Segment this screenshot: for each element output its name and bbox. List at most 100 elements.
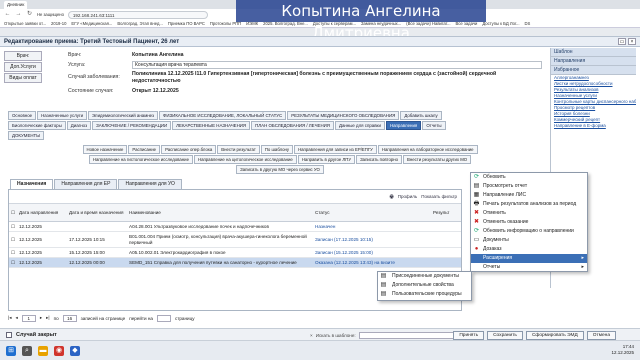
tab-reference-data[interactable]: Данные для справки	[334, 121, 385, 130]
back-icon[interactable]: ←	[4, 11, 11, 18]
tab-drug-prescriptions[interactable]: ЛЕКАРСТВЕННЫЕ НАЗНАЧЕНИЯ	[172, 121, 251, 130]
col-order-datetime[interactable]: Дата и время назначения	[67, 210, 127, 215]
cytology-referral-button[interactable]: Направление на цитологическое исследован…	[193, 155, 297, 164]
clock[interactable]: 17:44 12.12.2025	[611, 344, 634, 356]
first-page-icon[interactable]: |◂	[8, 315, 12, 321]
new-order-button[interactable]: Новое назначение	[82, 145, 128, 154]
bookmark[interactable]: DS	[525, 21, 531, 26]
cell-status[interactable]: Оказана (12.12.2025 13:43) на визите	[313, 260, 433, 265]
cell-status[interactable]: Назначен	[313, 224, 433, 229]
menu-print-results[interactable]: 🖶 Печать результатов анализов за период	[471, 200, 587, 209]
cell-status[interactable]: Записан (15.12.2025 15:00)	[313, 250, 433, 255]
or-schedule-button[interactable]: Расписание опер.блока	[161, 145, 217, 154]
bookmark[interactable]: Волгоград. Этап внед...	[117, 21, 163, 26]
book-other-mo-button[interactable]: Записать в другую МО через сервис УО	[236, 165, 324, 174]
by-template-button[interactable]: По шаблону	[260, 145, 294, 154]
rebook-button[interactable]: Записать повторно	[356, 155, 403, 164]
tab-documents[interactable]: ДОКУМЕНТЫ	[8, 131, 45, 140]
row-checkbox[interactable]: ☐	[9, 224, 17, 230]
service-field[interactable]: Консультация врача терапевта	[132, 61, 542, 69]
menu-user-procedures[interactable]: ▤ Пользовательские процедуры	[378, 290, 471, 299]
tab-reports[interactable]: Отчеты	[422, 121, 446, 130]
tab-assigned-services[interactable]: Назначенные услуги	[37, 111, 88, 120]
start-icon[interactable]: ⊞	[6, 345, 16, 356]
subtab-orders[interactable]: Назначения	[10, 179, 54, 189]
browser-icon[interactable]: ◉	[54, 345, 64, 356]
case-closed-checkbox[interactable]	[6, 332, 12, 338]
print-icon[interactable]: 🖶	[390, 193, 394, 201]
menu-cancel[interactable]: ✖ Отменить	[471, 209, 587, 218]
col-name[interactable]: Наименование	[127, 210, 313, 215]
sidebar-section-template[interactable]: Шаблон	[551, 48, 636, 57]
tab-bio-factors[interactable]: Биологические факторы	[8, 121, 66, 130]
table-row[interactable]: ☐ 12.12.2025 A04.28.001 Ультразвуковое и…	[9, 222, 461, 232]
save-button[interactable]: Сохранить	[487, 331, 523, 340]
security-label[interactable]: Не защищено	[37, 12, 64, 17]
next-page-icon[interactable]: ▸	[40, 315, 42, 321]
left-tab-payment-types[interactable]: Виды оплат	[4, 73, 42, 83]
tab-conclusion[interactable]: ЗАКЛЮЧЕНИЕ / РЕКОМЕНДАЦИИ	[92, 121, 172, 130]
folder-icon[interactable]: ▬	[38, 345, 48, 356]
left-tab-extra-services[interactable]: Доп.Услуги	[4, 62, 42, 72]
forward-icon[interactable]: →	[15, 11, 22, 18]
menu-cancel-rendering[interactable]: ✖ Отменить оказание	[471, 218, 587, 227]
search-icon[interactable]: ⌕	[22, 345, 32, 356]
histology-referral-button[interactable]: Направление на гистологическое исследова…	[88, 155, 193, 164]
prev-page-icon[interactable]: ◂	[16, 315, 18, 321]
sidebar-section-referrals[interactable]: Направления	[551, 57, 636, 66]
goto-page-field[interactable]	[156, 314, 171, 322]
per-page-select[interactable]: 16	[62, 314, 77, 322]
col-referral-date[interactable]: Дата направления	[17, 210, 67, 215]
tab-referrals[interactable]: Направления	[385, 121, 422, 130]
tab-exam-results[interactable]: РЕЗУЛЬТАТЫ МЕДИЦИНСКОГО ОБСЛЕДОВАНИЯ	[287, 111, 400, 120]
menu-reorder[interactable]: ● Дозаказ	[471, 245, 587, 254]
tab-epid-anamnesis[interactable]: Эпидемиологический анамнез	[88, 111, 159, 120]
refer-other-lpu-button[interactable]: Направить в другое ЛПУ	[297, 155, 356, 164]
tab-add-scale[interactable]: Добавить шкалу	[400, 111, 442, 120]
last-page-icon[interactable]: ▸|	[46, 315, 50, 321]
schedule-button[interactable]: Расписание	[128, 145, 161, 154]
er-epgu-referrals-button[interactable]: Направления для записи из ЕР/ЕПГУ	[294, 145, 377, 154]
table-row[interactable]: ☐ 12.12.2025 17.12.2025 10:15 B01.001.00…	[9, 232, 461, 248]
tab-plan[interactable]: ПЛАН ОБСЛЕДОВАНИЯ / ЛЕЧЕНИЯ	[251, 121, 334, 130]
select-all-checkbox[interactable]: ☐	[9, 210, 17, 216]
generate-emd-button[interactable]: Сформировать ЭМД	[525, 331, 584, 340]
reload-icon[interactable]: ↻	[26, 11, 33, 18]
show-filter-button[interactable]: Показать фильтр	[421, 194, 457, 199]
accept-button[interactable]: Принять	[453, 331, 485, 340]
bookmark[interactable]: 2019-10	[51, 21, 66, 26]
tab-main[interactable]: Основное	[8, 111, 37, 120]
bookmark[interactable]: ЕГУ «Медицинская...	[71, 21, 112, 26]
menu-documents[interactable]: ▭ Документы	[471, 236, 587, 245]
col-result[interactable]: Результ	[433, 210, 461, 215]
menu-reports[interactable]: Отчеты ▸	[471, 263, 587, 272]
table-row-selected[interactable]: ☐ 12.12.2025 12.12.2025 00:00 SEMD_151 С…	[9, 258, 461, 268]
app-icon[interactable]: ◆	[70, 345, 80, 356]
subtab-er-referrals[interactable]: Направления для ЕР	[54, 179, 118, 189]
restore-icon[interactable]: ▭	[618, 38, 626, 45]
left-tab-doctor[interactable]: Врач:	[4, 51, 42, 61]
other-mo-results-button[interactable]: Внести результаты других МО	[403, 155, 472, 164]
cancel-button[interactable]: Отмена	[586, 331, 616, 340]
tab-physical-exam[interactable]: ФИЗИКАЛЬНОЕ ИССЛЕДОВАНИЕ, ЛОКАЛЬНЫЙ СТАТ…	[159, 111, 287, 120]
menu-extensions[interactable]: Расширения ▸	[471, 254, 587, 263]
col-status[interactable]: Статус	[313, 210, 433, 215]
menu-update-referral-info[interactable]: ⟳ Обновить информацию о направлении	[471, 227, 587, 236]
browser-tab[interactable]: Дневник	[4, 0, 28, 9]
bookmark[interactable]: Доступы к БД Лог...	[482, 21, 519, 26]
menu-extra-properties[interactable]: ▤ Дополнительные свойства	[378, 281, 471, 290]
template-search-input[interactable]	[358, 332, 459, 339]
lab-referral-button[interactable]: Направления на лабораторное исследование	[377, 145, 478, 154]
profile-button[interactable]: Профиль	[398, 194, 417, 199]
menu-lis-referral[interactable]: ▦ Направление ЛИС	[471, 191, 587, 200]
page-number-field[interactable]: 1	[21, 314, 36, 322]
url-field[interactable]: 192.168.241.63:1111	[67, 10, 208, 19]
row-checkbox[interactable]: ☐	[9, 260, 17, 266]
enter-result-button[interactable]: Внести результат	[217, 145, 260, 154]
row-checkbox[interactable]: ☐	[9, 237, 17, 243]
menu-refresh[interactable]: ⟳ Обновить	[471, 173, 587, 182]
close-search-icon[interactable]: ×	[310, 333, 313, 338]
menu-view-report[interactable]: ▤ Просмотреть отчет	[471, 182, 587, 191]
sidebar-link[interactable]: Направление в Е-форма	[551, 123, 636, 129]
table-row[interactable]: ☐ 12.12.2025 15.12.2025 15:00 A05.10.002…	[9, 248, 461, 258]
